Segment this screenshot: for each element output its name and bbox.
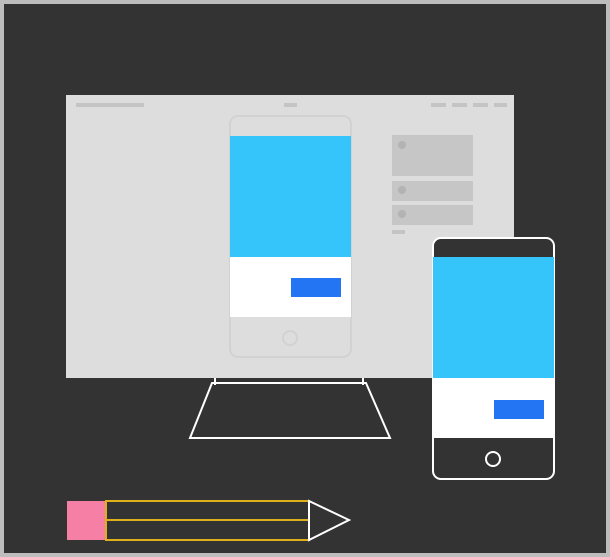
card-large-dot (398, 141, 406, 149)
logo-placeholder (76, 103, 144, 107)
card-medium-dot (398, 186, 406, 194)
monitor-card-list (392, 135, 473, 234)
pencil-eraser (67, 501, 106, 540)
card-large (392, 135, 473, 176)
phone-standalone-cta-button (494, 400, 544, 419)
responsive-design-illustration (0, 0, 610, 557)
phone-hero-block (230, 136, 351, 257)
smartphone-icon (432, 237, 555, 480)
nav-placeholder-1 (431, 103, 446, 107)
nav-placeholder-4 (494, 103, 507, 107)
nav-placeholder-2 (452, 103, 467, 107)
illustration-canvas (0, 0, 610, 557)
nav-placeholder-3 (473, 103, 488, 107)
phone-cta-button (291, 278, 341, 297)
monitor-header (76, 103, 507, 107)
card-footer-placeholder (392, 230, 405, 234)
phone-standalone-hero (433, 257, 554, 378)
card-small-dot (398, 210, 406, 218)
center-placeholder (284, 103, 297, 107)
